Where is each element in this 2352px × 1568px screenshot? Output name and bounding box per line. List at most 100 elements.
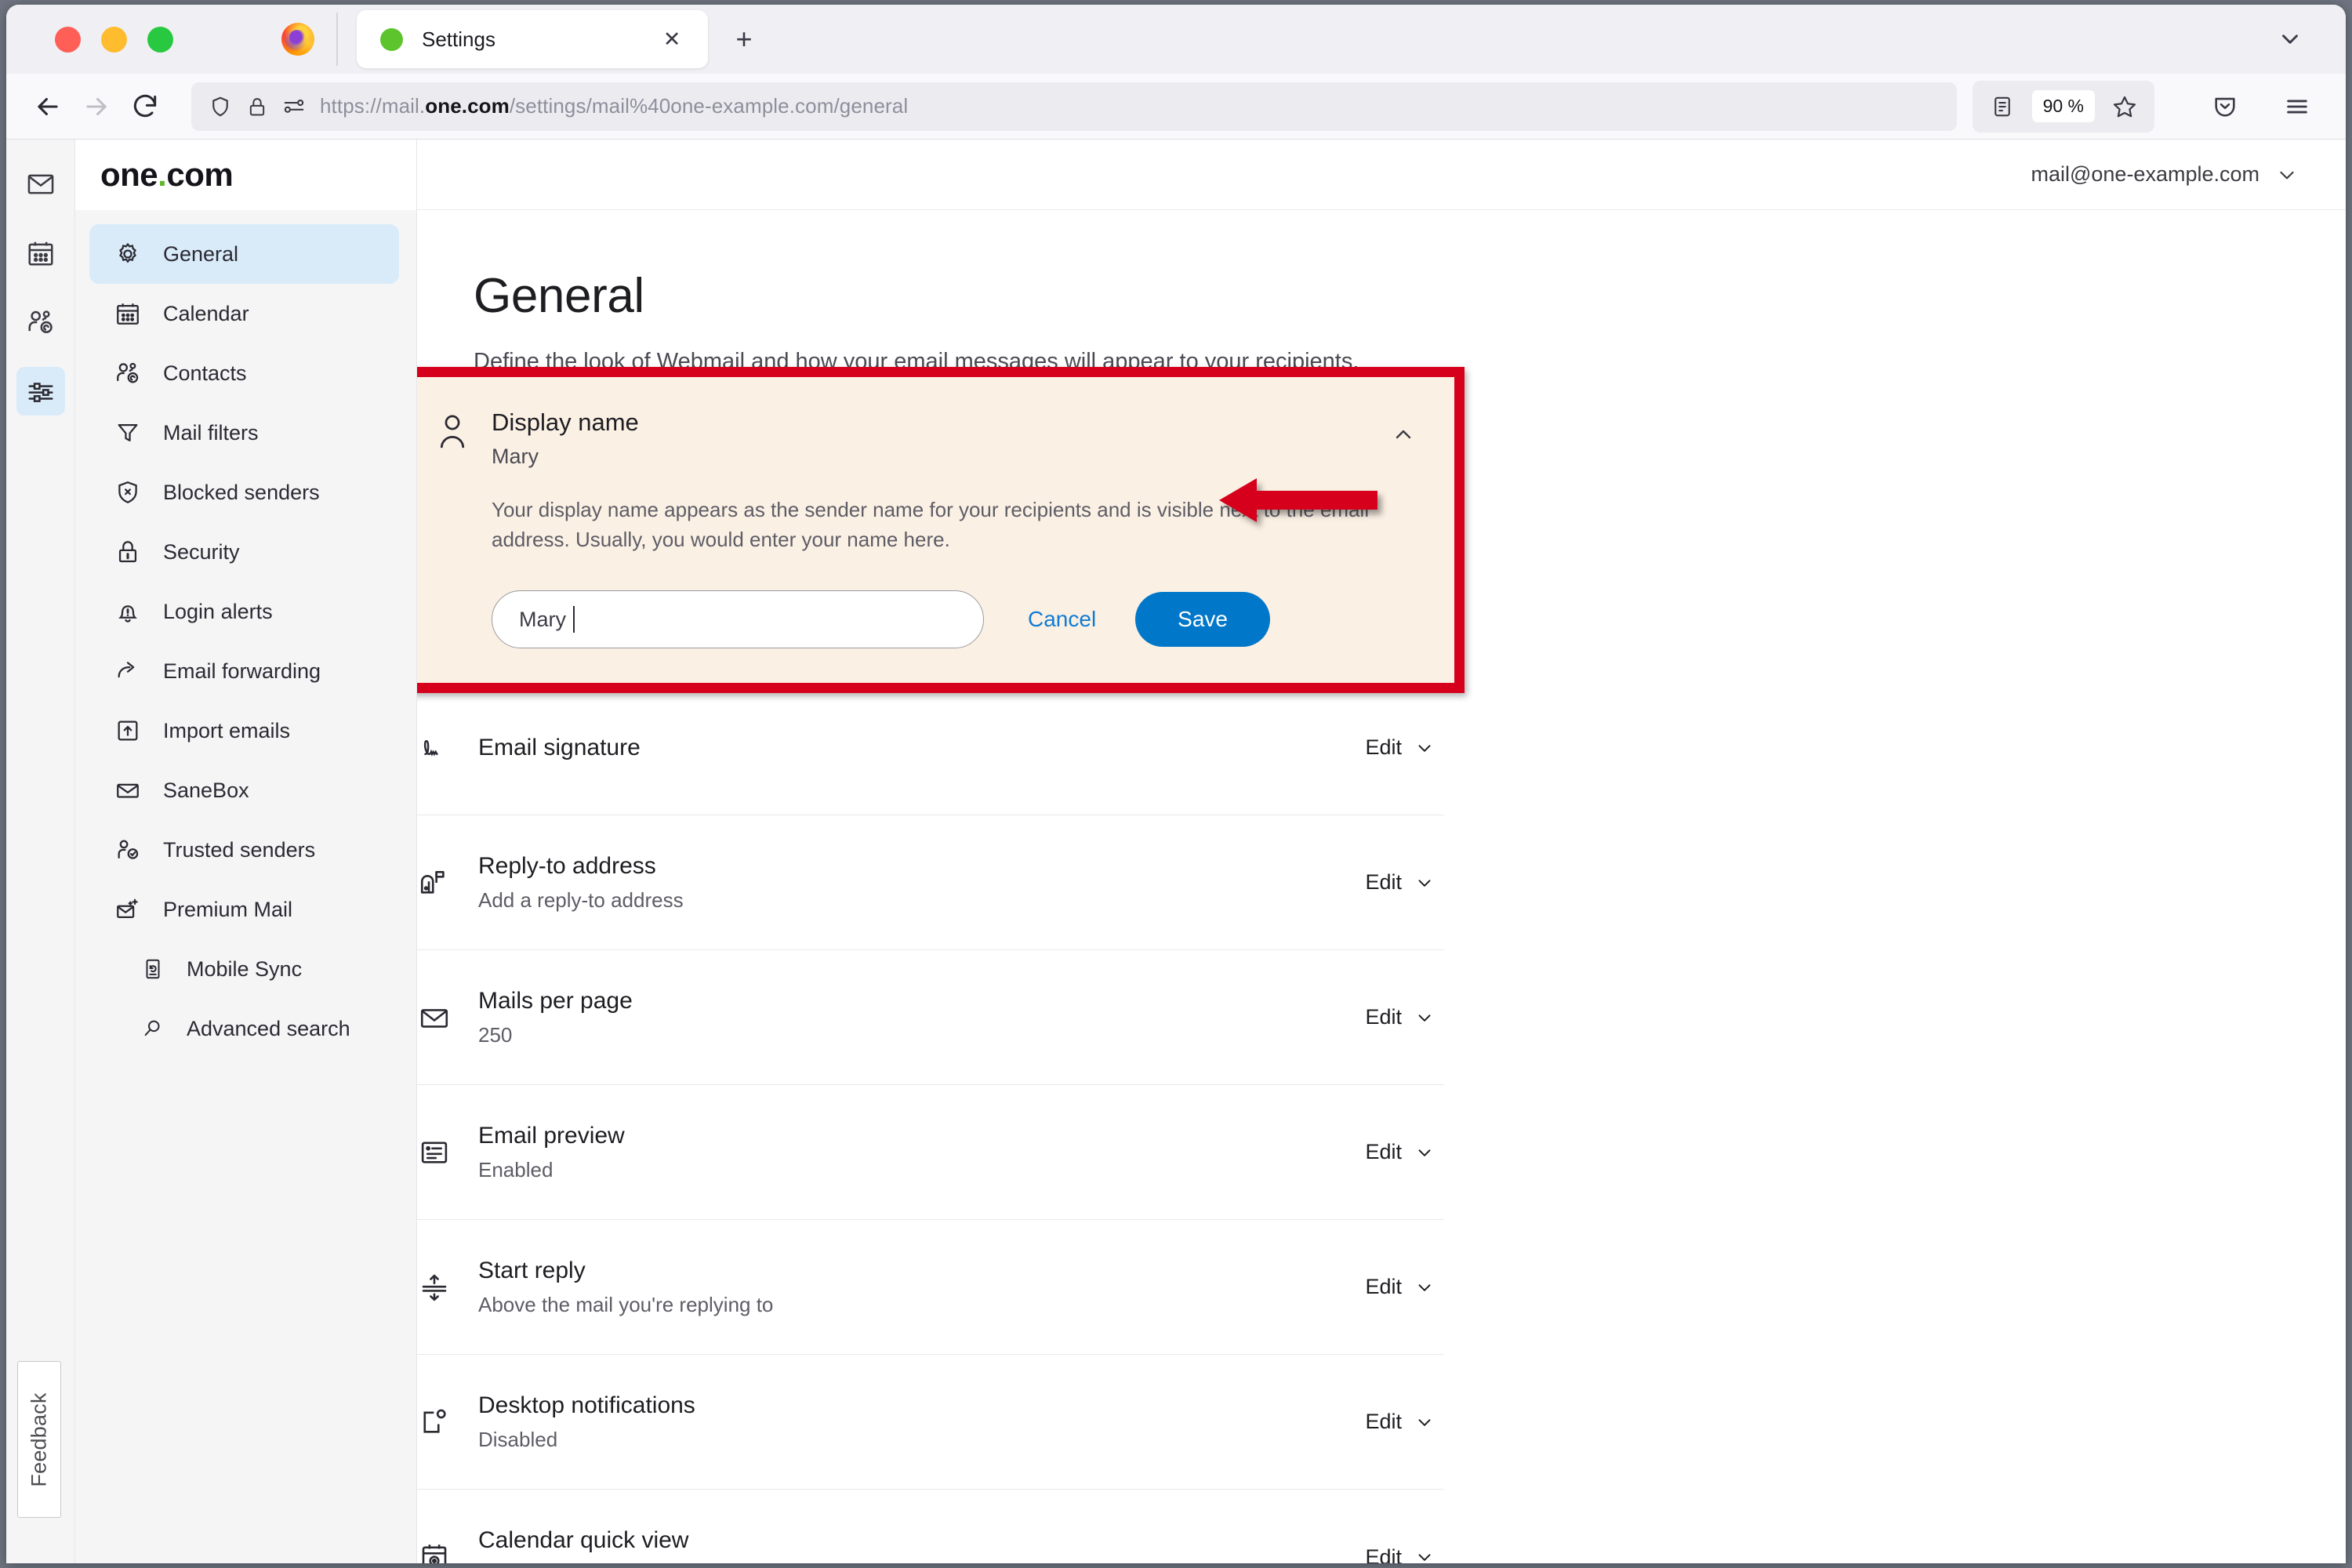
- row-title: Email preview: [478, 1123, 1338, 1149]
- rail-item-contacts[interactable]: [16, 298, 65, 347]
- edit-button[interactable]: Edit: [1365, 1410, 1435, 1434]
- sidebar-item-premium-mail[interactable]: Premium Mail: [89, 880, 399, 939]
- logo[interactable]: one.com: [100, 156, 233, 194]
- chevron-down-icon: [1414, 1277, 1435, 1298]
- sidebar-item-label: Premium Mail: [163, 898, 292, 922]
- cancel-button[interactable]: Cancel: [1028, 607, 1096, 632]
- settings-row-calendar-quick-view[interactable]: Calendar quick view Enabled Edit: [417, 1490, 1444, 1563]
- forward-button[interactable]: [72, 82, 121, 131]
- save-button[interactable]: Save: [1135, 592, 1270, 647]
- url-suffix: /settings/mail%40one-example.com/general: [510, 94, 908, 118]
- display-name-input[interactable]: Mary: [492, 590, 984, 648]
- settings-row-email-preview[interactable]: Email preview Enabled Edit: [417, 1085, 1444, 1220]
- edit-label: Edit: [1365, 1410, 1402, 1434]
- sidebar-item-trusted-senders[interactable]: Trusted senders: [89, 820, 399, 880]
- sidebar-item-contacts[interactable]: Contacts: [89, 343, 399, 403]
- sidebar-item-label: Calendar: [163, 302, 249, 326]
- display-name-texts: Display name Mary: [492, 408, 1365, 469]
- shield-icon: [209, 95, 232, 118]
- display-name-edit-row: Mary Cancel Save: [492, 590, 1420, 648]
- envelope-sparkle-icon: [113, 895, 143, 924]
- sidebar-item-label: General: [163, 242, 238, 267]
- logo-tld: com: [166, 156, 233, 193]
- contacts-icon: [26, 307, 56, 337]
- reload-button[interactable]: [121, 82, 169, 131]
- row-title: Reply-to address: [478, 853, 1338, 880]
- sidebar-item-label: SaneBox: [163, 779, 249, 803]
- url-bar[interactable]: https://mail.one.com/settings/mail%40one…: [191, 82, 1957, 131]
- rail-item-mail[interactable]: [16, 160, 65, 209]
- row-body: Reply-to address Add a reply-to address: [478, 853, 1338, 913]
- sidebar-item-email-forwarding[interactable]: Email forwarding: [89, 641, 399, 701]
- back-button[interactable]: [24, 82, 72, 131]
- account-email[interactable]: mail@one-example.com: [2031, 162, 2259, 187]
- zoom-level-badge[interactable]: 90 %: [2032, 90, 2095, 122]
- rail-item-settings[interactable]: [16, 367, 65, 416]
- display-name-card: Display name Mary Your display name appe…: [417, 367, 1465, 693]
- bookmark-star-icon[interactable]: [2103, 85, 2147, 129]
- settings-main: mail@one-example.com General Define the …: [417, 140, 2346, 1563]
- sidebar-item-general[interactable]: General: [89, 224, 399, 284]
- settings-row-reply-to-address[interactable]: Reply-to address Add a reply-to address …: [417, 815, 1444, 950]
- settings-sidebar: General Calendar Contacts: [75, 210, 416, 1563]
- person-check-icon: [113, 835, 143, 865]
- sidebar-item-security[interactable]: Security: [89, 522, 399, 582]
- webmail-settings-page: Feedback one.com General Cale: [6, 140, 2346, 1563]
- sidebar-item-import-emails[interactable]: Import emails: [89, 701, 399, 760]
- tab-title: Settings: [422, 27, 656, 52]
- gear-icon: [113, 239, 143, 269]
- sidebar-item-mail-filters[interactable]: Mail filters: [89, 403, 399, 463]
- envelope-icon: [417, 999, 452, 1036]
- edit-button[interactable]: Edit: [1365, 1545, 1435, 1564]
- edit-button[interactable]: Edit: [1365, 1140, 1435, 1164]
- row-title: Email signature: [478, 735, 1338, 761]
- pocket-save-icon[interactable]: [2203, 85, 2247, 129]
- settings-row-email-signature[interactable]: Email signature Edit: [417, 681, 1444, 815]
- rail-item-calendar[interactable]: [16, 229, 65, 278]
- close-window-button[interactable]: [55, 27, 81, 53]
- row-value: Above the mail you're replying to: [478, 1293, 1338, 1317]
- display-name-header[interactable]: Display name Mary: [435, 408, 1420, 469]
- tabstrip-divider: [336, 13, 338, 66]
- list-all-tabs-icon[interactable]: [2270, 20, 2310, 59]
- settings-row-mails-per-page[interactable]: Mails per page 250 Edit: [417, 950, 1444, 1085]
- new-tab-button[interactable]: +: [725, 20, 763, 58]
- lock-icon: [113, 537, 143, 567]
- edit-button[interactable]: Edit: [1365, 1275, 1435, 1299]
- display-name-highlight-wrapper: Display name Mary Your display name appe…: [417, 367, 1465, 693]
- contacts-icon: [113, 358, 143, 388]
- envelope-icon: [113, 775, 143, 805]
- minimize-window-button[interactable]: [101, 27, 127, 53]
- sidebar-item-mobile-sync[interactable]: Mobile Sync: [89, 939, 399, 999]
- signature-icon: [417, 729, 452, 767]
- hamburger-menu-icon[interactable]: [2275, 85, 2319, 129]
- account-chevron-down-icon[interactable]: [2275, 163, 2299, 187]
- page-title: General: [474, 268, 2346, 324]
- row-body: Mails per page 250: [478, 988, 1338, 1047]
- search-icon: [138, 1014, 168, 1044]
- funnel-icon: [113, 418, 143, 448]
- sidebar-item-sanebox[interactable]: SaneBox: [89, 760, 399, 820]
- logo-name: one: [100, 156, 158, 193]
- settings-content: General Define the look of Webmail and h…: [417, 210, 2346, 1563]
- close-tab-icon[interactable]: ✕: [656, 24, 688, 55]
- reader-mode-icon[interactable]: [1980, 85, 2024, 129]
- maximize-window-button[interactable]: [147, 27, 173, 53]
- sidebar-item-login-alerts[interactable]: Login alerts: [89, 582, 399, 641]
- settings-row-desktop-notifications[interactable]: Desktop notifications Disabled Edit: [417, 1355, 1444, 1490]
- browser-tab-settings[interactable]: Settings ✕: [357, 10, 708, 68]
- sidebar-item-advanced-search[interactable]: Advanced search: [89, 999, 399, 1058]
- sidebar-item-calendar[interactable]: Calendar: [89, 284, 399, 343]
- brand-bar: one.com: [75, 140, 416, 210]
- display-name-title: Display name: [492, 408, 1365, 437]
- edit-button[interactable]: Edit: [1365, 1005, 1435, 1029]
- feedback-tab[interactable]: Feedback: [17, 1361, 61, 1518]
- chevron-up-icon[interactable]: [1387, 418, 1420, 451]
- edit-button[interactable]: Edit: [1365, 870, 1435, 895]
- sidebar-item-label: Login alerts: [163, 600, 273, 624]
- edit-button[interactable]: Edit: [1365, 735, 1435, 760]
- chevron-down-icon: [1414, 1547, 1435, 1563]
- sidebar-item-blocked-senders[interactable]: Blocked senders: [89, 463, 399, 522]
- import-box-icon: [113, 716, 143, 746]
- settings-row-start-reply[interactable]: Start reply Above the mail you're replyi…: [417, 1220, 1444, 1355]
